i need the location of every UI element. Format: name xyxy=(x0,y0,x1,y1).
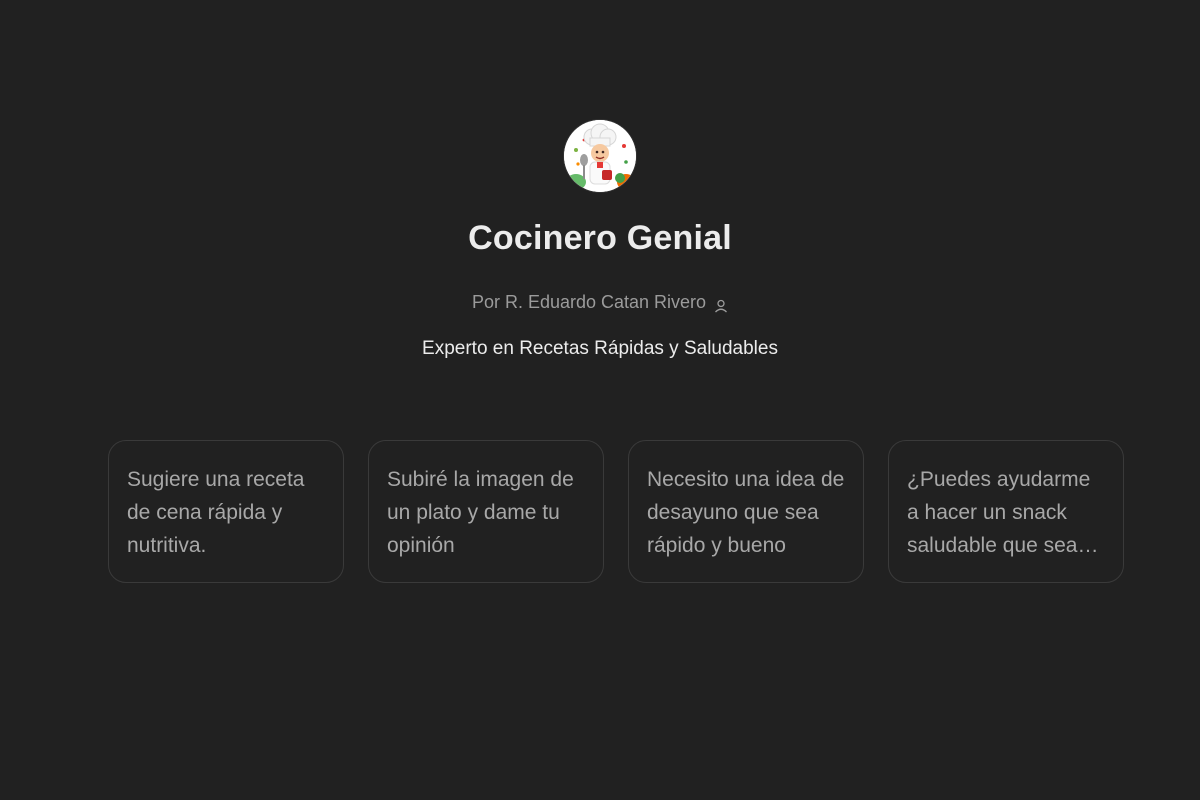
suggestion-text: Subiré la imagen de un plato y dame tu o… xyxy=(387,468,574,557)
chef-avatar-icon xyxy=(564,120,636,192)
person-icon xyxy=(714,295,728,313)
author-byline[interactable]: Por R. Eduardo Catan Rivero xyxy=(472,290,728,314)
suggestion-text: Sugiere una receta de cena rápida y nutr… xyxy=(127,468,305,557)
suggestion-card[interactable]: Necesito una idea de desayuno que sea rá… xyxy=(628,440,864,583)
author-name: Por R. Eduardo Catan Rivero xyxy=(471,292,707,312)
suggestion-card[interactable]: Subiré la imagen de un plato y dame tu o… xyxy=(368,440,604,583)
gpt-title: Cocinero Genial xyxy=(468,219,732,257)
gpt-landing-page: Cocinero Genial Por R. Eduardo Catan Riv… xyxy=(0,0,1200,800)
suggestion-text: ¿Puedes ayudarme a hacer un snack saluda… xyxy=(907,468,1091,557)
gpt-description: Experto en Recetas Rápidas y Saludables xyxy=(422,338,778,359)
suggestion-text: Necesito una idea de desayuno que sea rá… xyxy=(647,468,845,557)
gpt-hero: Cocinero Genial Por R. Eduardo Catan Riv… xyxy=(0,120,1200,362)
conversation-starters: Sugiere una receta de cena rápida y nutr… xyxy=(108,440,1124,583)
suggestion-card[interactable]: Sugiere una receta de cena rápida y nutr… xyxy=(108,440,344,583)
suggestion-card[interactable]: ¿Puedes ayudarme a hacer un snack saluda… xyxy=(888,440,1124,583)
